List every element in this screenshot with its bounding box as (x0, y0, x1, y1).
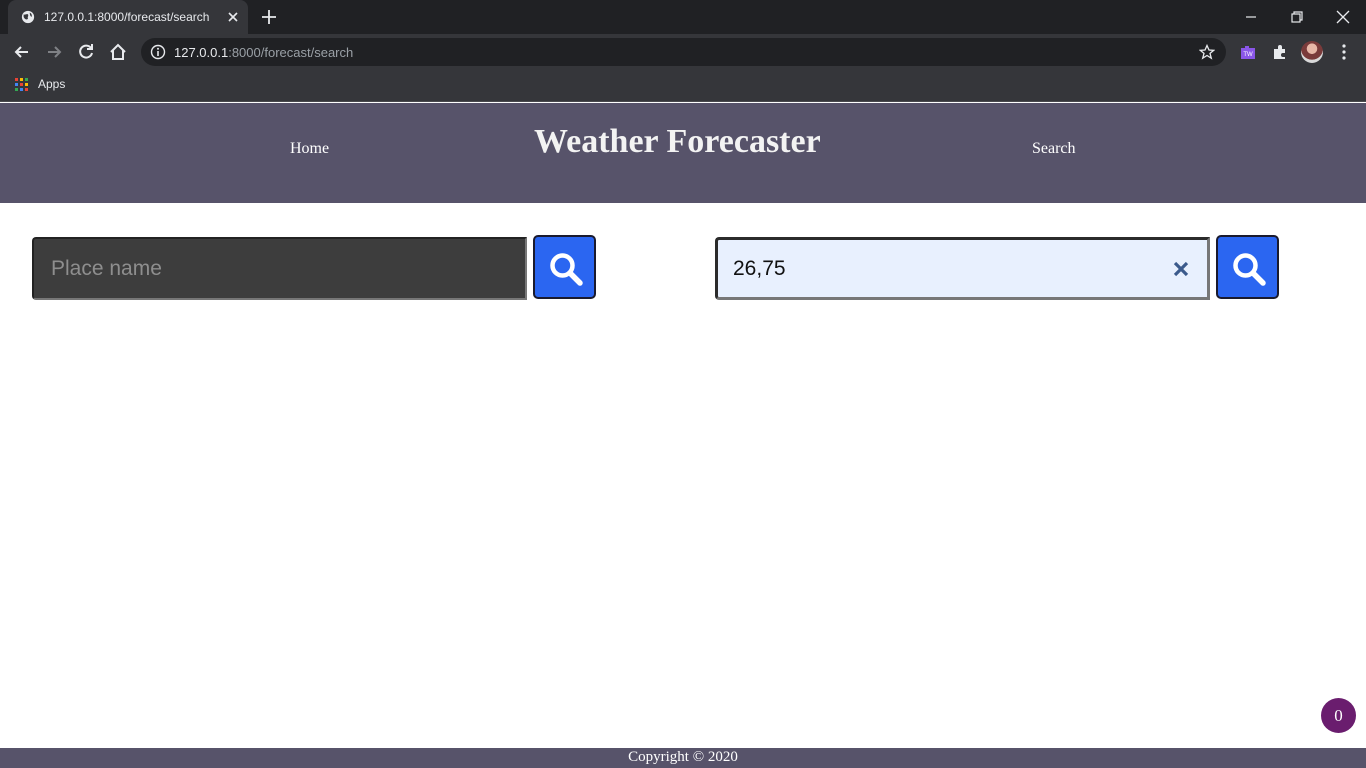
browser-menu-icon[interactable] (1334, 42, 1354, 62)
globe-icon (21, 10, 35, 24)
extensions-puzzle-icon[interactable] (1270, 42, 1290, 62)
home-icon[interactable] (108, 42, 128, 62)
url-path: :8000/forecast/search (228, 45, 354, 60)
profile-avatar[interactable] (1301, 41, 1323, 63)
restore-icon[interactable] (1286, 6, 1308, 28)
place-search-button[interactable] (533, 235, 596, 299)
bookmark-apps[interactable]: Apps (38, 77, 65, 91)
count-badge[interactable]: 0 (1321, 698, 1356, 733)
extension-tw-icon[interactable]: TW (1238, 42, 1258, 62)
bookmark-star-icon[interactable] (1199, 44, 1215, 60)
clear-input-icon[interactable] (1172, 259, 1190, 279)
tab-title: 127.0.0.1:8000/forecast/search (44, 10, 210, 24)
browser-tab[interactable]: 127.0.0.1:8000/forecast/search (8, 0, 248, 34)
place-name-input[interactable] (32, 237, 527, 300)
site-footer: Copyright © 2020 (0, 748, 1366, 768)
nav-search-link[interactable]: Search (1032, 140, 1076, 158)
copyright-text: Copyright © 2020 (628, 749, 738, 765)
minimize-icon[interactable] (1240, 6, 1262, 28)
forward-icon[interactable] (44, 42, 64, 62)
url-host: 127.0.0.1 (174, 45, 229, 60)
svg-text:TW: TW (1243, 52, 1253, 58)
browser-tabstrip: 127.0.0.1:8000/forecast/search (0, 0, 1366, 34)
bookmarks-bar (0, 70, 1366, 102)
close-tab-icon[interactable] (225, 9, 241, 25)
search-icon (1233, 253, 1266, 286)
reload-icon[interactable] (76, 42, 96, 62)
apps-grid-icon[interactable] (15, 78, 29, 92)
nav-home-link[interactable]: Home (290, 140, 329, 158)
coordinates-input[interactable] (715, 237, 1210, 300)
search-icon (550, 253, 583, 286)
site-info-icon[interactable] (150, 44, 166, 60)
new-tab-icon[interactable] (260, 8, 278, 26)
close-window-icon[interactable] (1332, 6, 1354, 28)
page-title: Weather Forecaster (534, 123, 821, 160)
url-text: 127.0.0.1:8000/forecast/search (174, 45, 353, 60)
address-bar[interactable]: 127.0.0.1:8000/forecast/search (141, 38, 1226, 66)
coordinates-search-button[interactable] (1216, 235, 1279, 299)
back-icon[interactable] (12, 42, 32, 62)
